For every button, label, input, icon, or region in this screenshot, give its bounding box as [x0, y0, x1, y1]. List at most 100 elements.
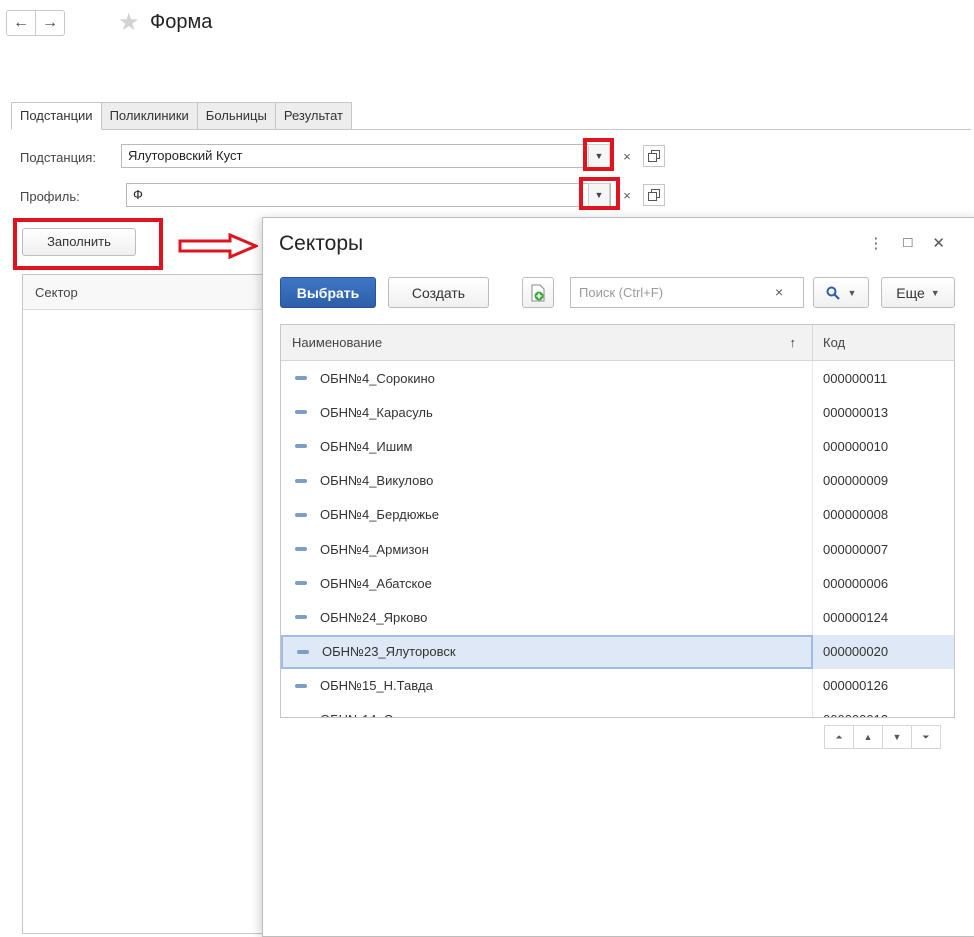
row-code: 000000010 [813, 439, 954, 454]
row-name-cell: ОБН№4_Бердюжье [281, 498, 813, 532]
dialog-title: Секторы [279, 232, 363, 256]
row-name: ОБН№23_Ялуторовск [322, 644, 456, 659]
annotation-arrow-icon [178, 233, 258, 259]
more-button[interactable]: Еще ▼ [881, 277, 955, 308]
row-name-cell: ОБН№14_Спадково [281, 703, 813, 718]
item-icon [295, 581, 307, 585]
column-name-label: Наименование [292, 335, 382, 350]
table-row[interactable]: ОБН№14_Спадково 000000012 [281, 703, 954, 718]
column-header-name[interactable]: Наименование ↑ [281, 325, 813, 360]
row-name-cell: ОБН№24_Ярково [281, 600, 813, 634]
search-input[interactable]: Поиск (Ctrl+F) [570, 277, 804, 308]
item-icon [295, 479, 307, 483]
tab-substations[interactable]: Подстанции [11, 102, 102, 130]
pager: ⏶ ▲ ▼ ⏷ [825, 725, 941, 749]
close-icon: × [623, 149, 631, 164]
row-name-cell: ОБН№4_Сорокино [281, 361, 813, 395]
row-name: ОБН№4_Армизон [320, 542, 429, 557]
table-row[interactable]: ОБН№4_Сорокино 000000011 [281, 361, 954, 395]
row-name-cell: ОБН№4_Абатское [281, 566, 813, 600]
more-label: Еще [896, 285, 925, 301]
item-icon [295, 376, 307, 380]
tab-result[interactable]: Результат [275, 102, 352, 130]
row-name-cell: ОБН№4_Армизон [281, 532, 813, 566]
row-name: ОБН№24_Ярково [320, 610, 427, 625]
create-button[interactable]: Создать [388, 277, 489, 308]
row-name-cell: ОБН№4_Карасуль [281, 395, 813, 429]
chevron-down-icon: ▼ [848, 288, 857, 298]
row-code: 000000012 [813, 712, 954, 718]
row-code: 000000013 [813, 405, 954, 420]
sector-table: Сектор [22, 274, 282, 934]
copy-button[interactable] [522, 277, 554, 308]
row-name-cell: ОБН№23_Ялуторовск [281, 635, 813, 669]
row-name: ОБН№4_Карасуль [320, 405, 433, 420]
table-row[interactable]: ОБН№4_Армизон 000000007 [281, 532, 954, 566]
row-code: 000000007 [813, 542, 954, 557]
sector-column-header[interactable]: Сектор [23, 275, 282, 310]
search-button[interactable]: ▼ [813, 277, 869, 308]
scroll-up-icon[interactable]: ▲ [853, 725, 883, 749]
table-row[interactable]: ОБН№4_Карасуль 000000013 [281, 395, 954, 429]
item-icon [295, 410, 307, 414]
forward-button[interactable]: → [35, 10, 65, 36]
row-name: ОБН№4_Сорокино [320, 371, 435, 386]
tab-clinics[interactable]: Поликлиники [101, 102, 198, 130]
table-row[interactable]: ОБН№4_Ишим 000000010 [281, 429, 954, 463]
sectors-dialog: Секторы ⋮ □ ✕ Выбрать Создать Поиск (Ctr… [262, 217, 974, 937]
substation-clear-button[interactable]: × [617, 144, 637, 168]
row-name-cell: ОБН№15_Н.Тавда [281, 669, 813, 703]
table-row[interactable]: ОБН№4_Бердюжье 000000008 [281, 498, 954, 532]
row-name: ОБН№15_Н.Тавда [320, 678, 433, 693]
row-name: ОБН№4_Бердюжье [320, 507, 439, 522]
profile-clear-button[interactable]: × [617, 183, 637, 207]
select-button[interactable]: Выбрать [280, 277, 376, 308]
back-arrow-icon: ← [13, 14, 29, 32]
row-name: ОБН№14_Спадково [320, 712, 442, 718]
substation-label: Подстанция: [20, 150, 96, 165]
row-code: 000000126 [813, 678, 954, 693]
profile-open-button[interactable] [643, 184, 665, 206]
table-row[interactable]: ОБН№24_Ярково000000124 [281, 600, 954, 634]
sectors-grid: Наименование ↑ Код ОБН№4_Сорокино 0000000… [280, 324, 955, 718]
chevron-down-icon: ▼ [931, 288, 940, 298]
item-icon [295, 615, 307, 619]
profile-input[interactable]: Ф [126, 183, 611, 207]
search-icon [826, 286, 840, 300]
row-code: 000000008 [813, 507, 954, 522]
maximize-icon[interactable]: □ [903, 234, 912, 252]
tab-bar: Подстанции Поликлиники Больницы Результа… [11, 102, 351, 130]
table-row[interactable]: ОБН№15_Н.Тавда 000000126 [281, 669, 954, 703]
table-row[interactable]: ОБН№4_Абатское000000006 [281, 566, 954, 600]
page-title: Форма [150, 11, 212, 34]
table-row[interactable]: ОБН№4_Викулово000000009 [281, 464, 954, 498]
search-clear-icon[interactable]: × [775, 284, 783, 300]
annotation-highlight-substation-dropdown [583, 138, 614, 171]
scroll-down-icon[interactable]: ▼ [882, 725, 912, 749]
item-icon [295, 684, 307, 688]
close-icon: × [623, 188, 631, 203]
tab-divider [11, 129, 971, 130]
profile-label: Профиль: [20, 189, 80, 204]
row-code: 000000011 [813, 371, 954, 386]
scroll-first-icon[interactable]: ⏶ [824, 725, 854, 749]
row-code: 000000009 [813, 473, 954, 488]
tab-hospitals[interactable]: Больницы [197, 102, 276, 130]
close-icon[interactable]: ✕ [932, 234, 945, 252]
item-icon [295, 444, 307, 448]
substation-input[interactable]: Ялуторовский Куст [121, 144, 611, 168]
substation-open-button[interactable] [643, 145, 665, 167]
column-header-code[interactable]: Код [813, 325, 954, 360]
table-row[interactable]: ОБН№23_Ялуторовск 000000020 [281, 635, 954, 669]
item-icon [295, 547, 307, 551]
favorite-star-icon[interactable]: ★ [118, 8, 140, 37]
row-code: 000000020 [813, 644, 954, 659]
row-name: ОБН№4_Ишим [320, 439, 412, 454]
row-name-cell: ОБН№4_Викулово [281, 464, 813, 498]
more-vertical-icon[interactable]: ⋮ [868, 234, 883, 252]
scroll-last-icon[interactable]: ⏷ [911, 725, 941, 749]
item-icon [295, 513, 307, 517]
row-name-cell: ОБН№4_Ишим [281, 429, 813, 463]
back-button[interactable]: ← [6, 10, 36, 36]
open-window-icon [648, 189, 660, 201]
